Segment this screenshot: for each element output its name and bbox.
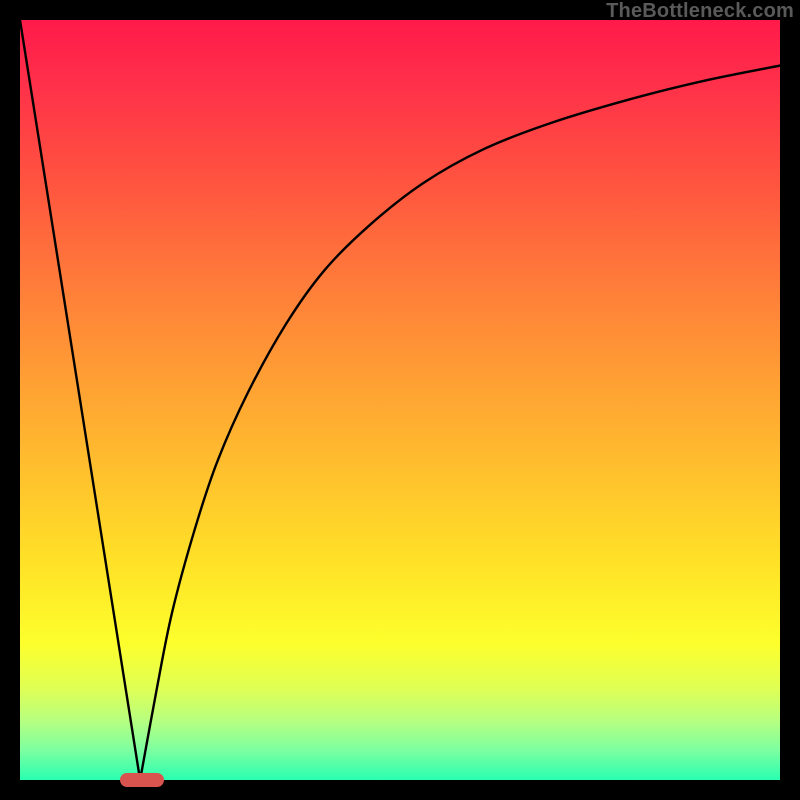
curve-svg xyxy=(20,20,780,780)
optimal-marker-pill xyxy=(120,773,164,787)
curve-path xyxy=(20,20,780,780)
plot-area xyxy=(20,20,780,780)
chart-container: TheBottleneck.com xyxy=(0,0,800,800)
